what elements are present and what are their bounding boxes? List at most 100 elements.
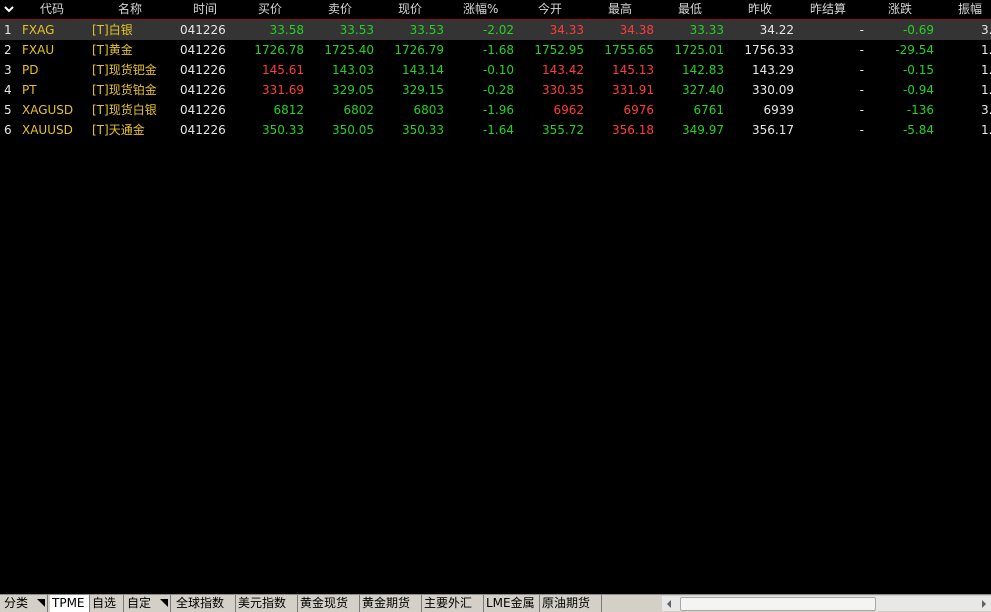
scroll-right-button[interactable] [977,596,991,611]
arrow-left-icon [667,599,671,608]
table-row[interactable]: 2 FXAU [T]黄金 041226 1726.78 1725.40 1726.79 -1.… [0,40,991,60]
cell-low: 1725.01 [674,43,724,57]
cell-code: PD [22,63,39,77]
cell-time: 041226 [180,123,226,137]
cell-name: [T]现货白银 [92,103,157,117]
cell-time: 041226 [180,83,226,97]
cell-amplitude: 3. [981,103,991,117]
col-header-time[interactable]: 时间 [193,0,217,19]
column-menu-button[interactable] [0,0,18,19]
cell-prev-close: 34.22 [759,23,794,37]
cell-change-pct: -1.64 [482,123,514,137]
cell-change: -136 [906,103,934,117]
cell-ask: 6802 [343,103,374,117]
col-header-prev-close[interactable]: 昨收 [748,0,772,19]
col-header-low[interactable]: 最低 [678,0,702,19]
cell-open: 1752.95 [534,43,584,57]
cell-ask: 1725.40 [324,43,374,57]
cell-code: XAGUSD [22,103,74,117]
cell-open: 143.42 [542,63,584,77]
cell-prev-settle: - [859,103,864,117]
col-header-change-pct[interactable]: 涨幅% [463,0,498,19]
cell-open: 355.72 [542,123,584,137]
tab-lme-metals[interactable]: LME金属 [484,595,540,612]
arrow-right-icon [982,599,986,608]
col-header-last[interactable]: 现价 [398,0,422,19]
tab-watchlist-label: 自选 [92,596,117,610]
cell-low: 142.83 [682,63,724,77]
tab-gold-futures-label: 黄金期货 [362,596,411,610]
table-row[interactable]: 6 XAUUSD [T]天通金 041226 350.33 350.05 350.33 -1.… [0,120,991,140]
tab-category[interactable]: 分类 [2,595,48,612]
cell-prev-settle: - [859,43,864,57]
cell-last: 143.14 [402,63,444,77]
cell-change: -0.94 [902,83,934,97]
cell-name: [T]天通金 [92,123,145,137]
cell-open: 6962 [553,103,584,117]
tab-usd-index[interactable]: 美元指数 [236,595,298,612]
cell-code: FXAG [22,23,55,37]
tab-watchlist[interactable]: 自选 [90,595,124,612]
table-row[interactable]: 1 FXAG [T]白银 041226 33.58 33.53 33.53 -2.02 34.3… [0,20,991,40]
tab-tpme-label: TPME [52,596,85,610]
row-index: 1 [4,23,12,37]
cell-last: 1726.79 [394,43,444,57]
row-index: 4 [4,83,12,97]
col-header-bid[interactable]: 买价 [258,0,282,19]
tab-gold-spot[interactable]: 黄金现货 [298,595,360,612]
cell-low: 33.33 [689,23,724,37]
cell-high: 6976 [623,103,654,117]
tab-major-fx[interactable]: 主要外汇 [422,595,484,612]
tab-crude-futures[interactable]: 原油期货 [540,595,602,612]
table-row[interactable]: 4 PT [T]现货铂金 041226 331.69 329.05 329.15 -0.28 3… [0,80,991,100]
cell-name: [T]黄金 [92,43,133,57]
cell-last: 329.15 [402,83,444,97]
cell-high: 331.91 [612,83,654,97]
corner-menu-icon [160,599,168,607]
col-header-open[interactable]: 今开 [538,0,562,19]
tab-global-index[interactable]: 全球指数 [174,595,236,612]
cell-time: 041226 [180,43,226,57]
col-header-ask[interactable]: 卖价 [328,0,352,19]
cell-change-pct: -1.68 [482,43,514,57]
cell-bid: 1726.78 [254,43,304,57]
table-row[interactable]: 5 XAGUSD [T]现货白银 041226 6812 6802 6803 -1.96 696… [0,100,991,120]
col-header-name[interactable]: 名称 [118,0,142,19]
cell-bid: 350.33 [262,123,304,137]
cell-change-pct: -0.28 [482,83,514,97]
cell-amplitude: 3. [981,23,991,37]
tab-gold-futures[interactable]: 黄金期货 [360,595,422,612]
cell-change-pct: -1.96 [482,103,514,117]
tab-tpme[interactable]: TPME [50,595,90,612]
table-row[interactable]: 3 PD [T]现货钯金 041226 145.61 143.03 143.14 -0.10 1… [0,60,991,80]
cell-last: 33.53 [409,23,444,37]
tab-lme-metals-label: LME金属 [486,596,535,610]
cell-change-pct: -2.02 [482,23,514,37]
horizontal-scrollbar[interactable] [662,596,991,611]
tab-major-fx-label: 主要外汇 [424,596,473,610]
col-header-amplitude[interactable]: 振幅 [958,0,982,19]
tab-custom-label: 自定 [127,596,152,610]
cell-open: 330.35 [542,83,584,97]
col-header-high[interactable]: 最高 [608,0,632,19]
scroll-left-button[interactable] [662,596,676,611]
scroll-thumb[interactable] [680,597,876,611]
cell-prev-close: 6939 [763,103,794,117]
cell-amplitude: 1. [981,83,991,97]
col-header-change[interactable]: 涨跌 [888,0,912,19]
cell-code: FXAU [22,43,55,57]
col-header-prev-settle[interactable]: 昨结算 [810,0,846,19]
cell-high: 1755.65 [604,43,654,57]
cell-ask: 329.05 [332,83,374,97]
tab-custom[interactable]: 自定 [125,595,171,612]
cell-bid: 6812 [273,103,304,117]
col-header-code[interactable]: 代码 [40,0,64,19]
cell-code: PT [22,83,37,97]
quote-table-header: 代码 名称 时间 买价 卖价 现价 涨幅% 今开 最高 最低 昨收 昨结算 涨跌… [0,0,991,20]
cell-prev-settle: - [859,63,864,77]
row-index: 6 [4,123,12,137]
cell-amplitude: 1. [981,43,991,57]
cell-prev-settle: - [859,23,864,37]
cell-time: 041226 [180,63,226,77]
cell-name: [T]现货铂金 [92,83,157,97]
